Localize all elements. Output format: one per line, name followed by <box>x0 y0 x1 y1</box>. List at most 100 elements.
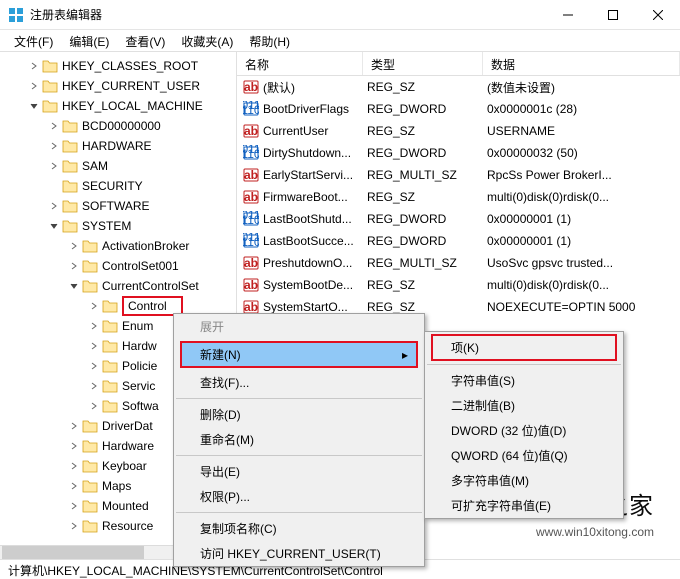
folder-icon <box>82 519 98 533</box>
ctx-new-binary[interactable]: 二进制值(B) <box>425 393 623 418</box>
value-row[interactable]: abSystemBootDe...REG_SZmulti(0)disk(0)rd… <box>237 274 680 296</box>
tree-caret-icon[interactable] <box>88 300 100 312</box>
tree-caret-icon[interactable] <box>48 200 60 212</box>
tree-caret-icon[interactable] <box>68 280 80 292</box>
tree-caret-icon[interactable] <box>48 160 60 172</box>
value-type: REG_SZ <box>363 124 483 138</box>
value-row[interactable]: 011110BootDriverFlagsREG_DWORD0x0000001c… <box>237 98 680 120</box>
close-button[interactable] <box>635 0 680 29</box>
svg-text:ab: ab <box>244 80 258 94</box>
tree-caret-icon[interactable] <box>68 440 80 452</box>
tree-item[interactable]: ActivationBroker <box>0 236 236 256</box>
folder-icon <box>62 199 78 213</box>
value-row[interactable]: 011110DirtyShutdown...REG_DWORD0x0000003… <box>237 142 680 164</box>
svg-text:110: 110 <box>243 235 259 249</box>
column-header-type[interactable]: 类型 <box>363 52 483 75</box>
ctx-new-string[interactable]: 字符串值(S) <box>425 368 623 393</box>
column-header-name[interactable]: 名称 <box>237 52 363 75</box>
ctx-new-multistring[interactable]: 多字符串值(M) <box>425 468 623 493</box>
tree-caret-icon[interactable] <box>68 500 80 512</box>
tree-caret-icon[interactable] <box>88 340 100 352</box>
value-row[interactable]: abFirmwareBoot...REG_SZmulti(0)disk(0)rd… <box>237 186 680 208</box>
app-icon <box>8 7 24 23</box>
svg-text:ab: ab <box>244 124 258 138</box>
tree-item[interactable]: HARDWARE <box>0 136 236 156</box>
value-data: (数值未设置) <box>483 79 680 96</box>
tree-caret-icon[interactable] <box>88 320 100 332</box>
tree-item[interactable]: CurrentControlSet <box>0 276 236 296</box>
folder-icon <box>42 79 58 93</box>
tree-caret-icon[interactable] <box>68 420 80 432</box>
value-type: REG_DWORD <box>363 146 483 160</box>
tree-caret-icon[interactable] <box>28 100 40 112</box>
tree-caret-icon[interactable] <box>68 460 80 472</box>
tree-item[interactable]: SAM <box>0 156 236 176</box>
ctx-new-qword[interactable]: QWORD (64 位)值(Q) <box>425 443 623 468</box>
value-row[interactable]: 011110LastBootShutd...REG_DWORD0x0000000… <box>237 208 680 230</box>
value-type: REG_MULTI_SZ <box>363 168 483 182</box>
tree-item[interactable]: SYSTEM <box>0 216 236 236</box>
tree-item-label: HKEY_CURRENT_USER <box>62 79 200 93</box>
tree-item[interactable]: HKEY_CURRENT_USER <box>0 76 236 96</box>
svg-text:ab: ab <box>244 256 258 270</box>
tree-caret-icon[interactable] <box>88 360 100 372</box>
tree-item-label: HARDWARE <box>82 139 152 153</box>
ctx-find[interactable]: 查找(F)... <box>174 370 424 395</box>
tree-item[interactable]: ControlSet001 <box>0 256 236 276</box>
tree-caret-icon[interactable] <box>28 80 40 92</box>
window-buttons <box>545 0 680 29</box>
value-data: USERNAME <box>483 124 680 138</box>
ctx-rename[interactable]: 重命名(M) <box>174 427 424 452</box>
folder-icon <box>62 119 78 133</box>
ctx-goto-hkcu[interactable]: 访问 HKEY_CURRENT_USER(T) <box>174 541 424 566</box>
value-row[interactable]: ab(默认)REG_SZ(数值未设置) <box>237 76 680 98</box>
tree-caret-icon[interactable] <box>68 480 80 492</box>
tree-item[interactable]: SOFTWARE <box>0 196 236 216</box>
tree-caret-icon[interactable] <box>48 120 60 132</box>
ctx-new[interactable]: 新建(N) ▸ <box>180 341 418 368</box>
tree-caret-icon[interactable] <box>68 240 80 252</box>
tree-item-label: Maps <box>102 479 131 493</box>
value-type-icon: 011110 <box>243 233 259 249</box>
svg-text:ab: ab <box>244 300 258 314</box>
maximize-button[interactable] <box>590 0 635 29</box>
value-row[interactable]: abCurrentUserREG_SZUSERNAME <box>237 120 680 142</box>
ctx-new-key[interactable]: 项(K) <box>431 334 617 361</box>
tree-item[interactable]: HKEY_CLASSES_ROOT <box>0 56 236 76</box>
svg-text:ab: ab <box>244 190 258 204</box>
tree-caret-icon[interactable] <box>48 140 60 152</box>
tree-caret-icon[interactable] <box>88 380 100 392</box>
minimize-button[interactable] <box>545 0 590 29</box>
menu-edit[interactable]: 编辑(E) <box>61 30 117 51</box>
value-row[interactable]: abEarlyStartServi...REG_MULTI_SZRpcSs Po… <box>237 164 680 186</box>
tree-item[interactable]: HKEY_LOCAL_MACHINE <box>0 96 236 116</box>
menu-favorites[interactable]: 收藏夹(A) <box>173 30 241 51</box>
submenu-arrow-icon: ▸ <box>402 348 408 362</box>
tree-caret-icon[interactable] <box>48 180 60 192</box>
tree-caret-icon[interactable] <box>48 220 60 232</box>
ctx-expand[interactable]: 展开 <box>174 314 424 339</box>
ctx-export[interactable]: 导出(E) <box>174 459 424 484</box>
ctx-delete[interactable]: 删除(D) <box>174 402 424 427</box>
menu-view[interactable]: 查看(V) <box>117 30 173 51</box>
ctx-copy-keyname[interactable]: 复制项名称(C) <box>174 516 424 541</box>
folder-icon <box>82 439 98 453</box>
tree-caret-icon[interactable] <box>68 260 80 272</box>
svg-text:110: 110 <box>243 213 259 227</box>
tree-caret-icon[interactable] <box>88 400 100 412</box>
menu-help[interactable]: 帮助(H) <box>241 30 298 51</box>
tree-item[interactable]: SECURITY <box>0 176 236 196</box>
value-type: REG_DWORD <box>363 102 483 116</box>
menubar: 文件(F) 编辑(E) 查看(V) 收藏夹(A) 帮助(H) <box>0 30 680 52</box>
tree-item[interactable]: BCD00000000 <box>0 116 236 136</box>
ctx-new-expandstring[interactable]: 可扩充字符串值(E) <box>425 493 623 518</box>
menu-file[interactable]: 文件(F) <box>6 30 61 51</box>
value-row[interactable]: abPreshutdownO...REG_MULTI_SZUsoSvc gpsv… <box>237 252 680 274</box>
titlebar: 注册表编辑器 <box>0 0 680 30</box>
ctx-permissions[interactable]: 权限(P)... <box>174 484 424 509</box>
ctx-new-dword[interactable]: DWORD (32 位)值(D) <box>425 418 623 443</box>
tree-caret-icon[interactable] <box>68 520 80 532</box>
tree-caret-icon[interactable] <box>28 60 40 72</box>
column-header-data[interactable]: 数据 <box>483 52 680 75</box>
value-row[interactable]: 011110LastBootSucce...REG_DWORD0x0000000… <box>237 230 680 252</box>
